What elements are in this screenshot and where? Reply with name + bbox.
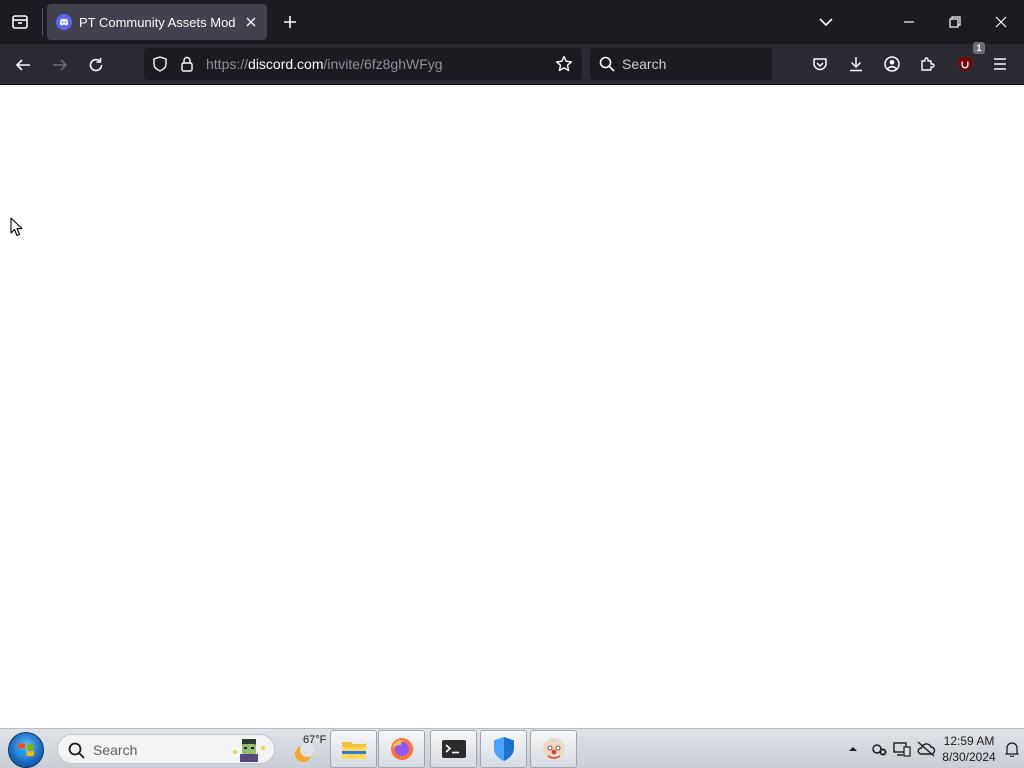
pocket-button[interactable] (806, 50, 834, 78)
chevron-up-icon (849, 747, 857, 751)
show-hidden-icons-button[interactable] (845, 729, 861, 768)
taskbar-search-placeholder: Search (93, 742, 138, 758)
tab-close-button[interactable] (241, 12, 261, 32)
url-path: /invite/6fz8ghWFyg (323, 56, 443, 72)
search-icon (67, 741, 85, 759)
plus-icon (284, 16, 296, 28)
ublock-origin-icon (958, 57, 972, 72)
search-icon (598, 55, 616, 73)
tab-active[interactable]: PT Community Assets Mod (47, 4, 267, 40)
search-highlight-illustration-icon (230, 736, 268, 767)
taskbar: Search 67°F 12:59 AM 8/30/2024 (0, 728, 1024, 768)
cartoon-character-icon (542, 738, 565, 760)
shield-icon (153, 56, 167, 72)
star-icon (555, 55, 573, 72)
notifications-button[interactable] (1002, 729, 1022, 768)
mouse-cursor-icon (10, 217, 24, 242)
downloads-button[interactable] (842, 50, 870, 78)
firefox-view-button[interactable] (6, 8, 34, 36)
close-icon (246, 17, 256, 27)
navigation-toolbar: https://discord.com/invite/6fz8ghWFyg Se… (0, 42, 1024, 85)
network-icon (893, 742, 911, 757)
clock-date: 8/30/2024 (942, 750, 996, 764)
back-button[interactable] (8, 50, 38, 80)
tab-strip: PT Community Assets Mod (0, 0, 1024, 44)
extensions-button[interactable] (914, 50, 942, 78)
minimize-icon (904, 21, 914, 23)
weather-temperature: 67°F (303, 734, 327, 746)
taskbar-windows-security[interactable] (480, 730, 527, 768)
cloud-offline-icon (917, 741, 936, 757)
new-tab-button[interactable] (276, 8, 304, 36)
taskbar-file-explorer[interactable] (330, 730, 377, 768)
close-window-button[interactable] (978, 0, 1024, 44)
pocket-icon (813, 58, 827, 71)
tray-onedrive-icon[interactable] (914, 729, 938, 768)
start-button[interactable] (8, 732, 44, 768)
puzzle-icon (921, 57, 935, 71)
download-icon (850, 57, 862, 72)
clock-time: 12:59 AM (943, 734, 995, 748)
arrow-right-icon (53, 59, 68, 71)
firefox-icon (390, 738, 413, 760)
taskbar-firefox[interactable] (378, 730, 425, 768)
reload-icon (89, 58, 103, 72)
tab-title: PT Community Assets Mod (79, 14, 236, 30)
taskbar-app-character[interactable] (530, 730, 577, 768)
app-menu-button[interactable] (986, 50, 1014, 78)
bookmark-star-button[interactable] (554, 54, 574, 74)
restore-icon (949, 16, 961, 28)
url-host: discord.com (248, 56, 324, 72)
restore-button[interactable] (932, 0, 978, 44)
chevron-down-icon (819, 18, 833, 27)
account-icon (884, 56, 900, 72)
ublock-origin-button[interactable]: 1 (951, 42, 985, 78)
page-content (0, 85, 1024, 728)
extension-badge: 1 (973, 42, 985, 54)
forward-button[interactable] (45, 50, 75, 80)
arrow-left-icon (15, 59, 30, 71)
terminal-icon (441, 740, 466, 758)
firefox-view-icon (12, 15, 28, 29)
close-icon (995, 16, 1007, 28)
discord-icon (56, 14, 72, 30)
bell-icon (1005, 742, 1019, 757)
weather-widget[interactable]: 67°F (290, 731, 330, 767)
tracking-protection-button[interactable] (150, 54, 170, 74)
hamburger-menu-icon (994, 58, 1006, 70)
taskbar-terminal[interactable] (430, 730, 477, 768)
security-shield-icon (493, 737, 514, 761)
weather-moon-icon (295, 743, 314, 762)
url-scheme: https:// (206, 56, 249, 72)
folder-icon (341, 742, 366, 759)
windows-logo-icon (18, 743, 34, 757)
reload-button[interactable] (81, 50, 111, 80)
tray-network-icon[interactable] (891, 729, 913, 768)
address-bar[interactable]: https://discord.com/invite/6fz8ghWFyg (144, 48, 582, 80)
tray-status-icon[interactable] (868, 729, 890, 768)
minimize-button[interactable] (886, 0, 932, 44)
lock-icon (181, 56, 193, 72)
site-security-button[interactable] (177, 54, 197, 74)
tab-separator (42, 8, 43, 36)
search-placeholder: Search (622, 56, 667, 72)
taskbar-search-box[interactable]: Search (57, 734, 275, 764)
search-bar[interactable]: Search (590, 48, 772, 80)
account-button[interactable] (878, 50, 906, 78)
url-text: https://discord.com/invite/6fz8ghWFyg (206, 56, 443, 72)
taskbar-clock[interactable]: 12:59 AM 8/30/2024 (938, 733, 1000, 765)
list-all-tabs-button[interactable] (812, 8, 840, 36)
settings-sync-icon (872, 744, 887, 756)
